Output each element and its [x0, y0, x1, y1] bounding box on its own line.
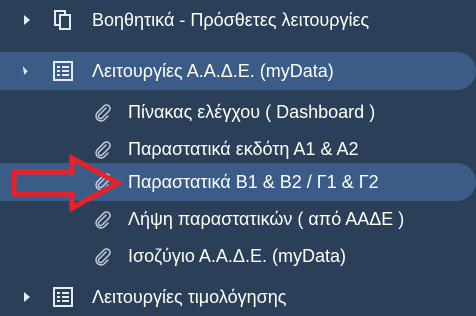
submenu-item-label: Παραστατικά Β1 & Β2 / Γ1 & Γ2 — [128, 171, 379, 192]
menu-item-label: Βοηθητικά - Πρόσθετες λειτουργίες — [92, 9, 370, 30]
paperclip-icon — [92, 102, 114, 124]
menu-item-label: Λειτουργίες τιμολόγησης — [92, 286, 287, 307]
copy-pages-icon — [52, 9, 74, 31]
expand-arrow-icon[interactable] — [24, 15, 30, 25]
red-arrow-icon — [11, 154, 122, 212]
list-form-icon — [52, 286, 74, 308]
menu-item-label: Λειτουργίες Α.Α.Δ.Ε. (myData) — [92, 60, 334, 81]
app-sidebar: { "menu": [ {"label": "Βοηθητικά - Πρόσθ… — [0, 0, 476, 307]
menu-item-invoicing[interactable]: Λειτουργίες τιμολόγησης — [0, 278, 476, 316]
menu-item-auxiliary[interactable]: Βοηθητικά - Πρόσθετες λειτουργίες — [0, 1, 476, 39]
expand-arrow-icon[interactable] — [24, 292, 30, 302]
submenu-item-label: Ισοζύγιο Α.Α.Δ.Ε. (myData) — [128, 246, 346, 266]
submenu-item-balance[interactable]: Ισοζύγιο Α.Α.Δ.Ε. (myData) — [0, 238, 476, 275]
submenu-item-label: Παραστατικά εκδότη Α1 & Α2 — [128, 139, 359, 159]
menu-item-aade-mydata[interactable]: Λειτουργίες Α.Α.Δ.Ε. (myData) — [0, 52, 476, 90]
collapse-arrow-icon[interactable] — [19, 66, 28, 75]
submenu-item-label: Πίνακας ελέγχου ( Dashboard ) — [128, 102, 376, 122]
submenu-item-label: Λήψη παραστατικών ( από ΑΑΔΕ ) — [128, 209, 405, 229]
submenu-item-dashboard[interactable]: Πίνακας ελέγχου ( Dashboard ) — [0, 94, 476, 131]
paperclip-icon — [92, 246, 114, 268]
list-form-icon — [52, 60, 74, 82]
